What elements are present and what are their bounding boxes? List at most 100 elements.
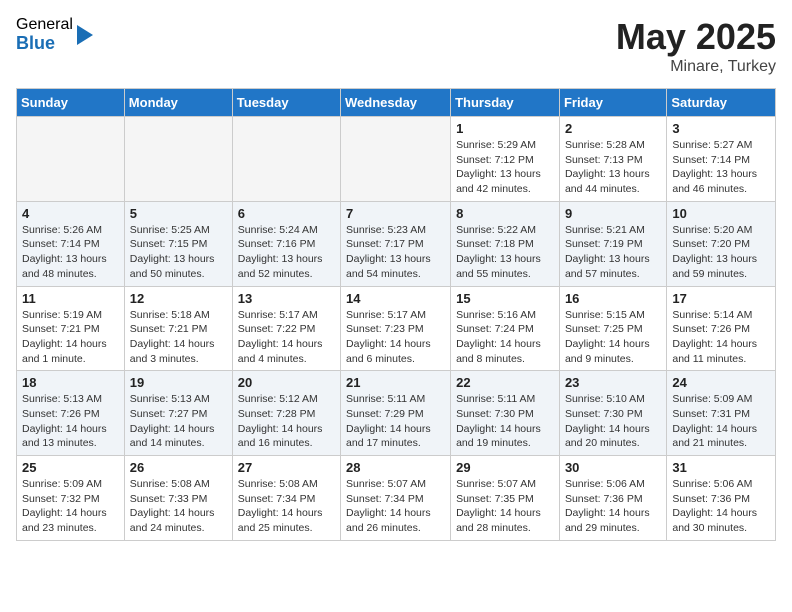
weekday-header-sunday: Sunday xyxy=(17,89,125,117)
calendar-cell: 3 Sunrise: 5:27 AM Sunset: 7:14 PM Daylig… xyxy=(667,117,776,202)
week-row-4: 18 Sunrise: 5:13 AM Sunset: 7:26 PM Dayli… xyxy=(17,371,776,456)
calendar-cell: 9Sunrise: 5:21 AM Sunset: 7:19 PM Daylig… xyxy=(559,201,666,286)
calendar-cell xyxy=(341,117,451,202)
logo-icon xyxy=(75,23,95,47)
logo-blue: Blue xyxy=(16,34,73,54)
day-number: 20 xyxy=(238,375,335,390)
calendar-cell xyxy=(17,117,125,202)
day-info: Sunrise: 5:08 AM Sunset: 7:34 PM Dayligh… xyxy=(238,477,335,536)
weekday-header-saturday: Saturday xyxy=(667,89,776,117)
calendar-cell: 14 Sunrise: 5:17 AM Sunset: 7:23 PM Dayli… xyxy=(341,286,451,371)
day-info: Sunrise: 5:11 AM Sunset: 7:29 PM Dayligh… xyxy=(346,392,445,451)
day-number: 19 xyxy=(130,375,227,390)
day-info: Sunrise: 5:13 AM Sunset: 7:27 PM Dayligh… xyxy=(130,392,227,451)
day-number: 18 xyxy=(22,375,119,390)
day-info: Sunrise: 5:07 AM Sunset: 7:34 PM Dayligh… xyxy=(346,477,445,536)
day-info: Sunrise: 5:13 AM Sunset: 7:26 PM Dayligh… xyxy=(22,392,119,451)
day-info: Sunrise: 5:23 AM Sunset: 7:17 PM Dayligh… xyxy=(346,223,445,282)
day-number: 2 xyxy=(565,121,661,136)
day-number: 27 xyxy=(238,460,335,475)
logo-text: General Blue xyxy=(16,16,73,53)
day-number: 11 xyxy=(22,291,119,306)
calendar-cell: 29 Sunrise: 5:07 AM Sunset: 7:35 PM Dayli… xyxy=(451,456,560,541)
calendar-cell: 28 Sunrise: 5:07 AM Sunset: 7:34 PM Dayli… xyxy=(341,456,451,541)
day-info: Sunrise: 5:20 AM Sunset: 7:20 PM Dayligh… xyxy=(672,223,770,282)
day-info: Sunrise: 5:26 AM Sunset: 7:14 PM Dayligh… xyxy=(22,223,119,282)
calendar-cell: 10Sunrise: 5:20 AM Sunset: 7:20 PM Dayli… xyxy=(667,201,776,286)
day-info: Sunrise: 5:27 AM Sunset: 7:14 PM Dayligh… xyxy=(672,138,770,197)
week-row-1: 1 Sunrise: 5:29 AM Sunset: 7:12 PM Daylig… xyxy=(17,117,776,202)
page-header: General Blue May 2025 Minare, Turkey xyxy=(16,16,776,76)
logo: General Blue xyxy=(16,16,95,53)
logo-general: General xyxy=(16,16,73,34)
calendar-cell: 26 Sunrise: 5:08 AM Sunset: 7:33 PM Dayli… xyxy=(124,456,232,541)
calendar-cell: 19 Sunrise: 5:13 AM Sunset: 7:27 PM Dayli… xyxy=(124,371,232,456)
day-number: 26 xyxy=(130,460,227,475)
day-number: 15 xyxy=(456,291,554,306)
day-number: 4 xyxy=(22,206,119,221)
day-info: Sunrise: 5:21 AM Sunset: 7:19 PM Dayligh… xyxy=(565,223,661,282)
day-number: 22 xyxy=(456,375,554,390)
calendar-cell: 4 Sunrise: 5:26 AM Sunset: 7:14 PM Daylig… xyxy=(17,201,125,286)
day-number: 3 xyxy=(672,121,770,136)
calendar-cell: 7 Sunrise: 5:23 AM Sunset: 7:17 PM Daylig… xyxy=(341,201,451,286)
month-title: May 2025 xyxy=(616,16,776,58)
calendar-cell: 18 Sunrise: 5:13 AM Sunset: 7:26 PM Dayli… xyxy=(17,371,125,456)
day-info: Sunrise: 5:08 AM Sunset: 7:33 PM Dayligh… xyxy=(130,477,227,536)
calendar-cell: 20Sunrise: 5:12 AM Sunset: 7:28 PM Dayli… xyxy=(232,371,340,456)
calendar-cell: 15Sunrise: 5:16 AM Sunset: 7:24 PM Dayli… xyxy=(451,286,560,371)
calendar-cell: 23 Sunrise: 5:10 AM Sunset: 7:30 PM Dayli… xyxy=(559,371,666,456)
calendar-cell xyxy=(232,117,340,202)
day-info: Sunrise: 5:06 AM Sunset: 7:36 PM Dayligh… xyxy=(672,477,770,536)
calendar-cell: 31 Sunrise: 5:06 AM Sunset: 7:36 PM Dayli… xyxy=(667,456,776,541)
day-info: Sunrise: 5:24 AM Sunset: 7:16 PM Dayligh… xyxy=(238,223,335,282)
weekday-header-tuesday: Tuesday xyxy=(232,89,340,117)
day-info: Sunrise: 5:17 AM Sunset: 7:22 PM Dayligh… xyxy=(238,308,335,367)
day-info: Sunrise: 5:29 AM Sunset: 7:12 PM Dayligh… xyxy=(456,138,554,197)
calendar-cell: 17Sunrise: 5:14 AM Sunset: 7:26 PM Dayli… xyxy=(667,286,776,371)
calendar-cell: 24 Sunrise: 5:09 AM Sunset: 7:31 PM Dayli… xyxy=(667,371,776,456)
weekday-header-wednesday: Wednesday xyxy=(341,89,451,117)
day-info: Sunrise: 5:15 AM Sunset: 7:25 PM Dayligh… xyxy=(565,308,661,367)
day-number: 6 xyxy=(238,206,335,221)
calendar-cell: 8 Sunrise: 5:22 AM Sunset: 7:18 PM Daylig… xyxy=(451,201,560,286)
day-number: 29 xyxy=(456,460,554,475)
calendar-cell: 25Sunrise: 5:09 AM Sunset: 7:32 PM Dayli… xyxy=(17,456,125,541)
calendar-cell: 21Sunrise: 5:11 AM Sunset: 7:29 PM Dayli… xyxy=(341,371,451,456)
calendar-cell: 16 Sunrise: 5:15 AM Sunset: 7:25 PM Dayli… xyxy=(559,286,666,371)
day-number: 31 xyxy=(672,460,770,475)
day-number: 14 xyxy=(346,291,445,306)
day-number: 24 xyxy=(672,375,770,390)
day-number: 16 xyxy=(565,291,661,306)
day-info: Sunrise: 5:14 AM Sunset: 7:26 PM Dayligh… xyxy=(672,308,770,367)
day-info: Sunrise: 5:11 AM Sunset: 7:30 PM Dayligh… xyxy=(456,392,554,451)
calendar-cell: 11 Sunrise: 5:19 AM Sunset: 7:21 PM Dayli… xyxy=(17,286,125,371)
calendar-cell: 22 Sunrise: 5:11 AM Sunset: 7:30 PM Dayli… xyxy=(451,371,560,456)
day-info: Sunrise: 5:19 AM Sunset: 7:21 PM Dayligh… xyxy=(22,308,119,367)
day-info: Sunrise: 5:10 AM Sunset: 7:30 PM Dayligh… xyxy=(565,392,661,451)
day-info: Sunrise: 5:25 AM Sunset: 7:15 PM Dayligh… xyxy=(130,223,227,282)
weekday-header-monday: Monday xyxy=(124,89,232,117)
day-info: Sunrise: 5:07 AM Sunset: 7:35 PM Dayligh… xyxy=(456,477,554,536)
day-number: 28 xyxy=(346,460,445,475)
calendar-cell: 6 Sunrise: 5:24 AM Sunset: 7:16 PM Daylig… xyxy=(232,201,340,286)
week-row-5: 25Sunrise: 5:09 AM Sunset: 7:32 PM Dayli… xyxy=(17,456,776,541)
day-number: 23 xyxy=(565,375,661,390)
day-number: 25 xyxy=(22,460,119,475)
day-number: 30 xyxy=(565,460,661,475)
week-row-2: 4 Sunrise: 5:26 AM Sunset: 7:14 PM Daylig… xyxy=(17,201,776,286)
day-number: 7 xyxy=(346,206,445,221)
day-info: Sunrise: 5:06 AM Sunset: 7:36 PM Dayligh… xyxy=(565,477,661,536)
day-number: 1 xyxy=(456,121,554,136)
calendar-cell: 12Sunrise: 5:18 AM Sunset: 7:21 PM Dayli… xyxy=(124,286,232,371)
day-number: 13 xyxy=(238,291,335,306)
calendar-cell: 27 Sunrise: 5:08 AM Sunset: 7:34 PM Dayli… xyxy=(232,456,340,541)
day-info: Sunrise: 5:09 AM Sunset: 7:31 PM Dayligh… xyxy=(672,392,770,451)
weekday-header-thursday: Thursday xyxy=(451,89,560,117)
title-block: May 2025 Minare, Turkey xyxy=(616,16,776,76)
day-number: 8 xyxy=(456,206,554,221)
calendar-cell: 5Sunrise: 5:25 AM Sunset: 7:15 PM Daylig… xyxy=(124,201,232,286)
calendar-table: SundayMondayTuesdayWednesdayThursdayFrid… xyxy=(16,88,776,541)
day-info: Sunrise: 5:17 AM Sunset: 7:23 PM Dayligh… xyxy=(346,308,445,367)
day-info: Sunrise: 5:22 AM Sunset: 7:18 PM Dayligh… xyxy=(456,223,554,282)
